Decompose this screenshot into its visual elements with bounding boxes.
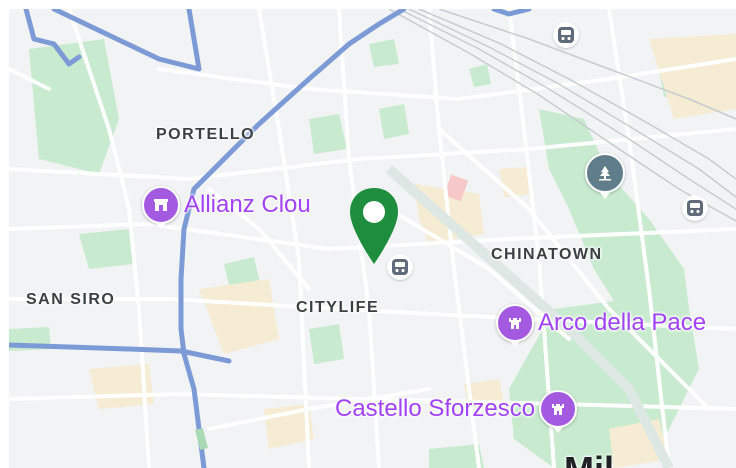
poi-castello-sforzesco[interactable]: Castello Sforzesco (335, 390, 578, 433)
district-label-citylife: CITYLIFE (296, 299, 380, 316)
map-canvas[interactable]: PORTELLO SAN SIRO CITYLIFE CHINATOWN All… (9, 9, 736, 468)
train-icon[interactable] (682, 195, 708, 221)
poi-label-allianz-cloud: Allianz Clou (184, 191, 311, 218)
poi-arco-della-pace[interactable]: Arco della Pace (496, 304, 707, 347)
building-icon (142, 186, 180, 229)
castle-icon (539, 390, 578, 433)
poi-label-arco-della-pace: Arco della Pace (538, 309, 707, 336)
district-label-portello: PORTELLO (156, 126, 256, 143)
poi-label-castello-sforzesco: Castello Sforzesco (335, 395, 536, 422)
district-label-san-siro: SAN SIRO (26, 291, 116, 308)
train-icon[interactable] (553, 22, 579, 48)
district-label-chinatown: CHINATOWN (491, 246, 603, 263)
poi-allianz-cloud[interactable]: Allianz Clou (142, 186, 311, 229)
city-label-milano: Mil (564, 449, 614, 468)
tree-icon[interactable] (585, 153, 625, 199)
castle-icon (496, 304, 534, 347)
location-pin-icon[interactable] (347, 186, 401, 278)
